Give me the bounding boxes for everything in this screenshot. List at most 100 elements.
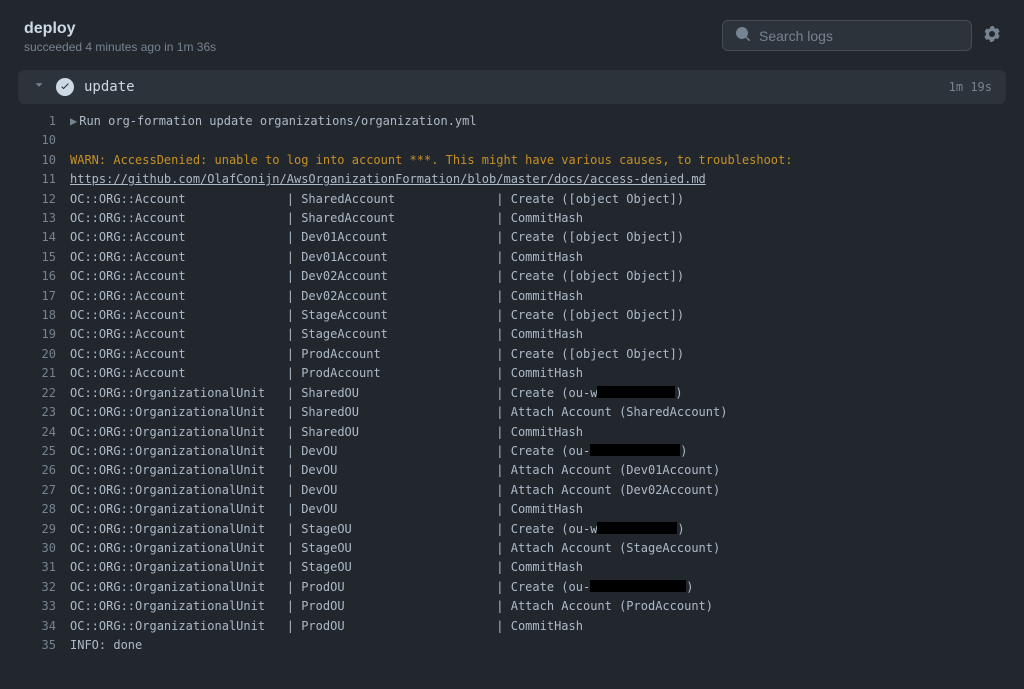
log-line: 17OC::ORG::Account | Dev02Account | Comm…: [0, 287, 1024, 306]
line-number: 33: [0, 597, 70, 616]
line-number: 16: [0, 267, 70, 286]
log-text: OC::ORG::OrganizationalUnit | ProdOU | A…: [70, 597, 713, 616]
line-number: 22: [0, 384, 70, 403]
log-line: 34OC::ORG::OrganizationalUnit | ProdOU |…: [0, 617, 1024, 636]
log-text: Run org-formation update organizations/o…: [79, 114, 476, 128]
search-box[interactable]: [722, 20, 972, 51]
log-text: OC::ORG::Account | ProdAccount | Create …: [70, 345, 684, 364]
log-line: 16OC::ORG::Account | Dev02Account | Crea…: [0, 267, 1024, 286]
log-line: 28OC::ORG::OrganizationalUnit | DevOU | …: [0, 500, 1024, 519]
chevron-down-icon[interactable]: [32, 78, 46, 96]
log-line: 10: [0, 131, 1024, 150]
step-name: update: [84, 79, 939, 95]
line-number: 10: [0, 151, 70, 170]
redacted: [597, 386, 675, 398]
log-warning: WARN: AccessDenied: unable to log into a…: [70, 151, 792, 170]
log-line: 35INFO: done: [0, 636, 1024, 655]
log-text: OC::ORG::OrganizationalUnit | ProdOU | C…: [70, 617, 583, 636]
line-number: 34: [0, 617, 70, 636]
line-number: 15: [0, 248, 70, 267]
gear-icon[interactable]: [984, 26, 1000, 45]
line-number: 11: [0, 170, 70, 189]
line-number: 25: [0, 442, 70, 461]
step-header[interactable]: update 1m 19s: [18, 70, 1006, 104]
log-text: OC::ORG::OrganizationalUnit | DevOU | Co…: [70, 500, 583, 519]
header-right: [722, 20, 1000, 51]
log-text: OC::ORG::OrganizationalUnit | SharedOU |…: [70, 384, 683, 403]
log-text: OC::ORG::Account | ProdAccount | CommitH…: [70, 364, 583, 383]
log-text: OC::ORG::Account | StageAccount | Create…: [70, 306, 684, 325]
log-line: 29OC::ORG::OrganizationalUnit | StageOU …: [0, 520, 1024, 539]
line-number: 28: [0, 500, 70, 519]
log-line: 24OC::ORG::OrganizationalUnit | SharedOU…: [0, 423, 1024, 442]
log-line: 21OC::ORG::Account | ProdAccount | Commi…: [0, 364, 1024, 383]
log-text: OC::ORG::OrganizationalUnit | StageOU | …: [70, 520, 685, 539]
line-number: 30: [0, 539, 70, 558]
log-line: 27OC::ORG::OrganizationalUnit | DevOU | …: [0, 481, 1024, 500]
line-number: 23: [0, 403, 70, 422]
log-line: 13OC::ORG::Account | SharedAccount | Com…: [0, 209, 1024, 228]
log-line: 18OC::ORG::Account | StageAccount | Crea…: [0, 306, 1024, 325]
log-line: 12OC::ORG::Account | SharedAccount | Cre…: [0, 190, 1024, 209]
log-line: 33OC::ORG::OrganizationalUnit | ProdOU |…: [0, 597, 1024, 616]
log-line: 30OC::ORG::OrganizationalUnit | StageOU …: [0, 539, 1024, 558]
log-link[interactable]: https://github.com/OlafConijn/AwsOrganiz…: [70, 170, 706, 189]
line-number: 18: [0, 306, 70, 325]
line-number: 29: [0, 520, 70, 539]
log-text: INFO: done: [70, 636, 142, 655]
log-line: 22OC::ORG::OrganizationalUnit | SharedOU…: [0, 384, 1024, 403]
log-text: OC::ORG::OrganizationalUnit | StageOU | …: [70, 558, 583, 577]
redacted: [590, 580, 686, 592]
log-line: 14OC::ORG::Account | Dev01Account | Crea…: [0, 228, 1024, 247]
line-number: 31: [0, 558, 70, 577]
log-line: 11https://github.com/OlafConijn/AwsOrgan…: [0, 170, 1024, 189]
line-number: 21: [0, 364, 70, 383]
log-text: OC::ORG::Account | StageAccount | Commit…: [70, 325, 583, 344]
line-number: 12: [0, 190, 70, 209]
log-text: OC::ORG::OrganizationalUnit | DevOU | At…: [70, 481, 720, 500]
header-left: deploy succeeded 4 minutes ago in 1m 36s: [24, 20, 722, 54]
log-text: OC::ORG::Account | Dev01Account | Commit…: [70, 248, 583, 267]
success-icon: [56, 78, 74, 96]
log-line: 20OC::ORG::Account | ProdAccount | Creat…: [0, 345, 1024, 364]
log-text: OC::ORG::Account | SharedAccount | Commi…: [70, 209, 583, 228]
expand-icon[interactable]: ▶: [70, 114, 77, 128]
log-output: 1▶Run org-formation update organizations…: [0, 104, 1024, 675]
log-line: 26OC::ORG::OrganizationalUnit | DevOU | …: [0, 461, 1024, 480]
log-line: 19OC::ORG::Account | StageAccount | Comm…: [0, 325, 1024, 344]
log-line: 23OC::ORG::OrganizationalUnit | SharedOU…: [0, 403, 1024, 422]
search-input[interactable]: [759, 28, 959, 44]
log-text: OC::ORG::OrganizationalUnit | SharedOU |…: [70, 403, 727, 422]
log-text: OC::ORG::Account | Dev02Account | Create…: [70, 267, 684, 286]
redacted: [597, 522, 677, 534]
log-line: 31OC::ORG::OrganizationalUnit | StageOU …: [0, 558, 1024, 577]
line-number: 19: [0, 325, 70, 344]
line-number: 26: [0, 461, 70, 480]
log-text: OC::ORG::Account | Dev02Account | Commit…: [70, 287, 583, 306]
page-title: deploy: [24, 20, 722, 38]
line-number: 1: [0, 112, 70, 131]
log-line: 32OC::ORG::OrganizationalUnit | ProdOU |…: [0, 578, 1024, 597]
log-text: OC::ORG::OrganizationalUnit | StageOU | …: [70, 539, 720, 558]
line-number: 17: [0, 287, 70, 306]
log-text: OC::ORG::OrganizationalUnit | DevOU | At…: [70, 461, 720, 480]
log-line: 1▶Run org-formation update organizations…: [0, 112, 1024, 131]
line-number: 10: [0, 131, 70, 150]
line-number: 20: [0, 345, 70, 364]
run-status: succeeded 4 minutes ago in 1m 36s: [24, 40, 722, 54]
log-text: OC::ORG::OrganizationalUnit | ProdOU | C…: [70, 578, 693, 597]
log-text: OC::ORG::OrganizationalUnit | SharedOU |…: [70, 423, 583, 442]
search-icon: [735, 26, 751, 45]
log-text: OC::ORG::OrganizationalUnit | DevOU | Cr…: [70, 442, 687, 461]
log-line: 25OC::ORG::OrganizationalUnit | DevOU | …: [0, 442, 1024, 461]
line-number: 27: [0, 481, 70, 500]
log-line: 10WARN: AccessDenied: unable to log into…: [0, 151, 1024, 170]
line-number: 32: [0, 578, 70, 597]
line-number: 14: [0, 228, 70, 247]
line-number: 35: [0, 636, 70, 655]
redacted: [590, 444, 680, 456]
log-line: 15OC::ORG::Account | Dev01Account | Comm…: [0, 248, 1024, 267]
line-number: 13: [0, 209, 70, 228]
log-text: OC::ORG::Account | Dev01Account | Create…: [70, 228, 684, 247]
log-text: OC::ORG::Account | SharedAccount | Creat…: [70, 190, 684, 209]
